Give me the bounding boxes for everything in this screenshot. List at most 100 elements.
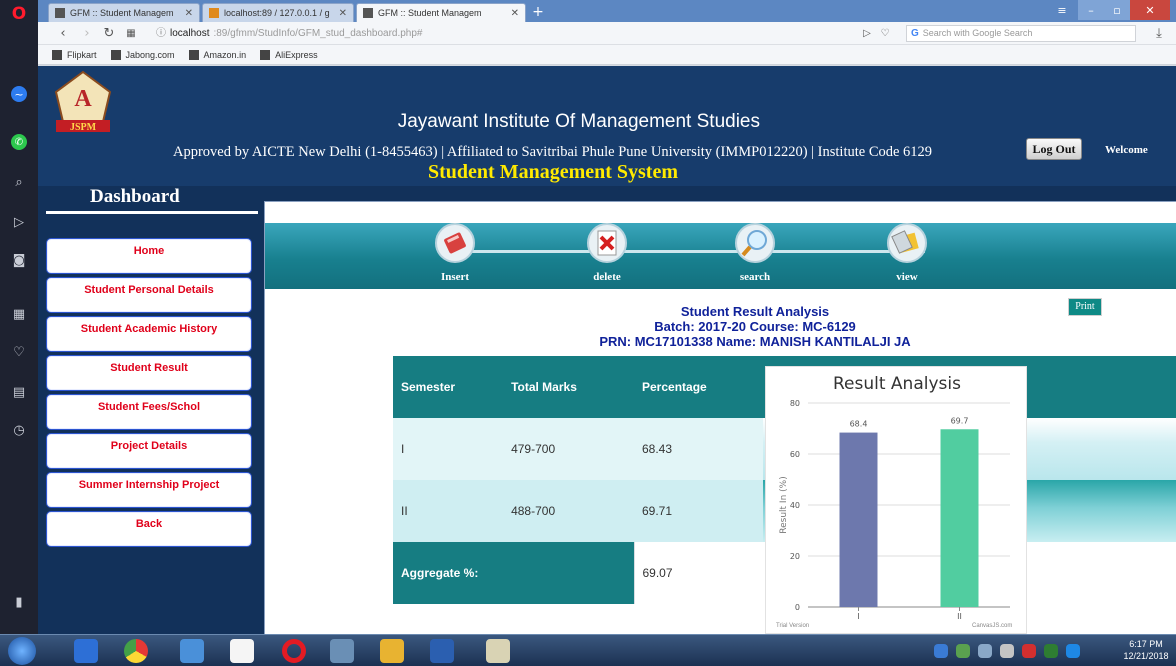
insert-icon	[435, 223, 475, 263]
tray-icon[interactable]	[1044, 644, 1058, 658]
result-chart: Result Analysis 0 20 40 60 80 Result In (%) 68…	[765, 366, 1027, 634]
sidebar-item-fees[interactable]: Student Fees/Schol	[46, 394, 252, 430]
cell-marks: 488-700	[503, 480, 634, 542]
report-title: Student Result Analysis	[680, 304, 830, 319]
tab-gfm-active[interactable]: GFM :: Student Managem ✕	[356, 3, 526, 22]
sidebar-item-personal-details[interactable]: Student Personal Details	[46, 277, 252, 313]
search-placeholder: Search with Google Search	[922, 28, 1033, 38]
network-icon[interactable]	[330, 639, 354, 663]
table-header-row: Semester Total Marks Percentage	[393, 356, 763, 418]
bookmark-aliexpress[interactable]: AliExpress	[260, 49, 318, 60]
close-window-icon[interactable]: ✕	[1130, 0, 1170, 20]
maximize-icon[interactable]: ▫	[1104, 0, 1130, 20]
header-semester: Semester	[393, 356, 504, 418]
tab-bar: GFM :: Student Managem ✕ localhost:89 / …	[38, 0, 1176, 22]
cell-semester: II	[393, 480, 504, 542]
aggregate-label: Aggregate %:	[393, 542, 634, 604]
bookmark-flipkart[interactable]: Flipkart	[52, 49, 97, 60]
download-icon[interactable]: ⤓	[1150, 25, 1168, 42]
send-icon[interactable]: ▷	[9, 212, 29, 232]
chrome-icon[interactable]	[124, 639, 148, 663]
page-icon	[110, 49, 121, 60]
insert-label: Insert	[440, 271, 470, 283]
news-icon[interactable]: ▤	[9, 382, 29, 402]
back-icon[interactable]: ‹	[54, 25, 72, 42]
forward-icon[interactable]: ›	[78, 25, 96, 42]
tray-icon[interactable]	[1022, 644, 1036, 658]
network-tray-icon[interactable]	[978, 644, 992, 658]
explorer-icon[interactable]	[74, 639, 98, 663]
speed-dial-icon[interactable]: ▦	[122, 25, 140, 42]
close-icon[interactable]: ✕	[339, 8, 347, 19]
volume-icon[interactable]	[1000, 644, 1014, 658]
opera-icon[interactable]	[282, 639, 306, 663]
cell-percentage: 68.43	[634, 418, 763, 480]
sidebar-item-project-details[interactable]: Project Details	[46, 433, 252, 469]
bookmark-label: Amazon.in	[203, 49, 247, 60]
sidebar-toggle-icon[interactable]: ▮	[9, 592, 29, 612]
sidebar-item-home[interactable]: Home	[46, 238, 252, 274]
opera-logo-icon[interactable]: O	[9, 4, 29, 24]
bookmark-amazon[interactable]: Amazon.in	[188, 49, 247, 60]
search-icon[interactable]: ⌕	[9, 172, 29, 192]
chart-y-tick-label: 60	[790, 450, 800, 459]
logout-button[interactable]: Log Out	[1026, 138, 1082, 160]
page-icon	[55, 8, 65, 18]
close-icon[interactable]: ✕	[185, 8, 193, 19]
whatsapp-icon[interactable]: ✆	[11, 134, 27, 150]
header-total-marks: Total Marks	[503, 356, 634, 418]
url-field[interactable]: ⓘ localhost:89/gfmm/StudInfo/GFM_stud_da…	[156, 25, 906, 42]
site-header: A JSPM Jayawant Institute Of Management …	[38, 66, 1176, 186]
folder-icon[interactable]	[380, 639, 404, 663]
tray-icon[interactable]	[934, 644, 948, 658]
main-content: Insert delete search view Print Student …	[264, 201, 1176, 634]
grid-icon[interactable]: ▦	[9, 304, 29, 324]
chart-y-tick-label: 0	[795, 603, 800, 612]
search-button[interactable]: search	[725, 223, 785, 289]
view-button[interactable]: view	[877, 223, 937, 289]
close-icon[interactable]: ✕	[511, 8, 519, 19]
aggregate-value: 69.07	[633, 542, 763, 604]
welcome-text: Welcome	[1105, 144, 1148, 156]
sidebar-menu: Home Student Personal Details Student Ac…	[46, 238, 254, 550]
reload-icon[interactable]: ↻	[100, 25, 118, 42]
bookmark-jabong[interactable]: Jabong.com	[110, 49, 175, 60]
chart-x-tick-label: I	[857, 612, 859, 621]
minimize-icon[interactable]: –	[1078, 0, 1104, 20]
word-icon[interactable]	[430, 639, 454, 663]
search-input[interactable]: G Search with Google Search	[906, 25, 1136, 42]
sidebar-item-student-result[interactable]: Student Result	[46, 355, 252, 391]
clock[interactable]: 6:17 PM 12/21/2018	[1118, 638, 1174, 662]
taskbar: 6:17 PM 12/21/2018	[0, 634, 1176, 666]
document-icon[interactable]	[230, 639, 254, 663]
tab-menu-icon[interactable]: ≡	[1050, 0, 1074, 20]
tab-phpmyadmin[interactable]: localhost:89 / 127.0.0.1 / g ✕	[202, 3, 354, 22]
print-button[interactable]: Print	[1068, 298, 1102, 316]
sidebar-item-back[interactable]: Back	[46, 511, 252, 547]
sidebar-item-summer-internship[interactable]: Summer Internship Project	[46, 472, 252, 508]
new-tab-icon[interactable]: +	[529, 4, 547, 20]
heart-icon[interactable]: ♡	[9, 342, 29, 362]
history-icon[interactable]: ◷	[9, 420, 29, 440]
tray-icon[interactable]	[956, 644, 970, 658]
chart-bar	[940, 429, 979, 607]
app-icon[interactable]	[486, 639, 510, 663]
messenger-icon[interactable]: ~	[11, 86, 27, 102]
insert-button[interactable]: Insert	[425, 223, 485, 289]
play-icon[interactable]: ▷	[858, 25, 876, 42]
xampp-icon[interactable]	[180, 639, 204, 663]
toolbar-line	[445, 250, 925, 253]
tab-label: localhost:89 / 127.0.0.1 / g	[224, 8, 330, 18]
chart-svg: 0 20 40 60 80 Result In (%) 68.4 I 69.7 II	[779, 399, 1010, 621]
start-button[interactable]	[8, 637, 36, 665]
tab-gfm-1[interactable]: GFM :: Student Managem ✕	[48, 3, 200, 22]
sidebar-item-academic-history[interactable]: Student Academic History	[46, 316, 252, 352]
svg-text:A: A	[74, 86, 92, 112]
approval-info: Approved by AICTE New Delhi (1-8455463) …	[173, 144, 933, 160]
camera-icon[interactable]: ◙	[9, 250, 29, 270]
heart-icon[interactable]: ♡	[876, 25, 894, 42]
page-icon	[52, 49, 62, 60]
delete-button[interactable]: delete	[577, 223, 637, 289]
flag-icon[interactable]	[1066, 644, 1080, 658]
page: A JSPM Jayawant Institute Of Management …	[38, 66, 1176, 634]
